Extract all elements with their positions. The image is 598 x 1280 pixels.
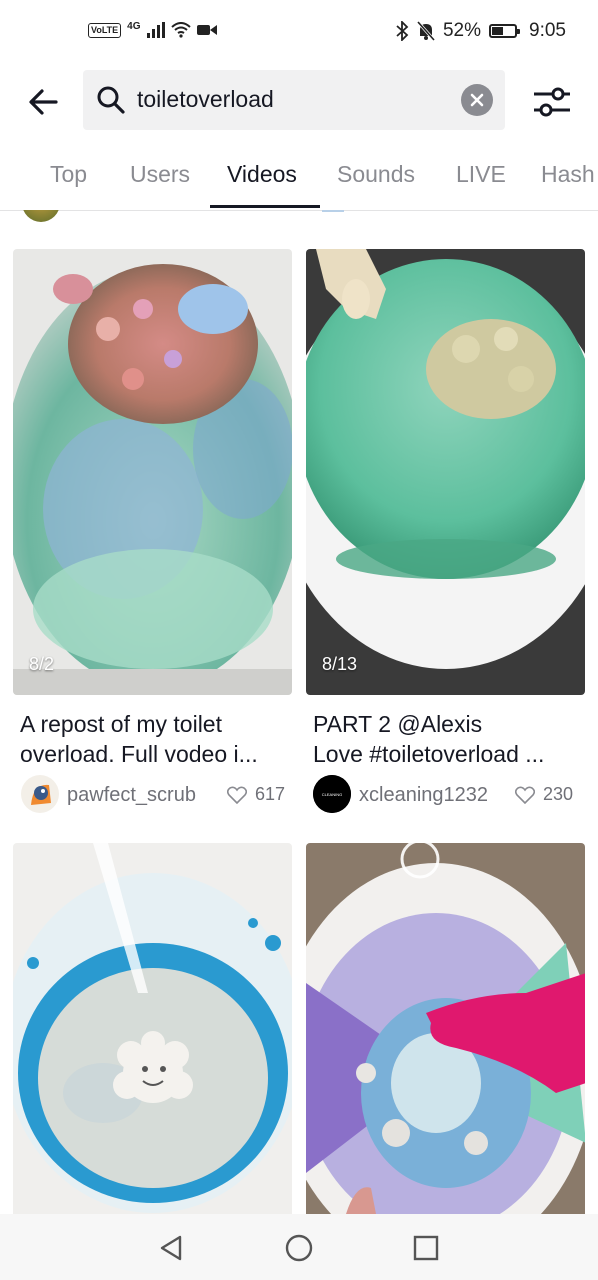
active-tab-indicator: [210, 205, 320, 208]
clock: 9:05: [529, 20, 566, 41]
video-caption[interactable]: A repost of my toilet overload. Full vod…: [20, 709, 295, 769]
avatar-image: CLEANING: [313, 775, 351, 813]
clear-search-button[interactable]: [461, 84, 493, 116]
battery-icon: [489, 24, 521, 38]
bluetooth-icon: [396, 21, 409, 41]
video-thumbnail-image: [13, 249, 292, 695]
tab-videos[interactable]: Videos: [227, 161, 297, 188]
status-left: VoLTE 4G: [88, 20, 217, 38]
heart-icon: [227, 786, 247, 804]
status-bar: VoLTE 4G 52% 9:05: [0, 0, 598, 70]
video-thumbnail[interactable]: [306, 843, 585, 1214]
video-date: 8/2: [29, 654, 55, 674]
signal-icon: [146, 22, 165, 38]
video-thumbnail-image: [306, 843, 585, 1214]
battery-percent: 52%: [442, 20, 482, 41]
search-icon: [97, 86, 125, 114]
video-meta: pawfect_scrub 617: [21, 775, 301, 815]
caption-line-1: PART 2 @Alexis: [313, 711, 483, 737]
avatar-image: [21, 775, 59, 813]
video-thumbnail[interactable]: [13, 843, 292, 1214]
like-count: 617: [255, 784, 286, 804]
video-thumbnail[interactable]: 8/2: [13, 249, 292, 695]
caption-line-2: Love #toiletoverload ...: [313, 741, 545, 767]
video-call-icon: [196, 25, 217, 35]
video-thumbnail-image: [13, 843, 292, 1214]
tab-top[interactable]: Top: [50, 161, 87, 188]
tab-live[interactable]: LIVE: [456, 161, 506, 188]
like-count: 230: [543, 784, 574, 804]
system-nav-bar: [0, 1214, 598, 1280]
close-icon: [470, 93, 484, 107]
network-label: 4G: [127, 20, 141, 32]
avatar[interactable]: CLEANING: [313, 775, 351, 813]
heart-icon: [515, 786, 535, 804]
search-input[interactable]: toiletoverload: [83, 70, 505, 130]
search-header: toiletoverload: [0, 70, 598, 132]
video-caption[interactable]: PART 2 @Alexis Love #toiletoverload ...: [313, 709, 588, 769]
volte-icon: VoLTE: [88, 22, 122, 38]
filter-settings-icon[interactable]: [530, 82, 574, 122]
tab-hashtags[interactable]: Hash: [541, 161, 595, 188]
username[interactable]: xcleaning1232: [359, 784, 488, 807]
avatar: [22, 210, 60, 222]
recents-square-icon[interactable]: [413, 1235, 439, 1261]
battery-fill: [492, 27, 504, 35]
tab-sounds[interactable]: Sounds: [337, 161, 415, 188]
wifi-icon: [170, 22, 191, 38]
caption-line-2: overload. Full vodeo i...: [20, 741, 258, 767]
back-arrow-icon[interactable]: [24, 82, 64, 122]
mute-bell-icon: [416, 21, 435, 41]
status-right: 52% 9:05: [395, 20, 566, 42]
avatar[interactable]: [21, 775, 59, 813]
video-meta: CLEANING xcleaning1232 230: [313, 775, 593, 815]
partial-thumb: [322, 210, 344, 212]
search-tabs: Top Users Videos Sounds LIVE Hash: [0, 150, 598, 211]
back-triangle-icon[interactable]: [158, 1234, 184, 1262]
search-query: toiletoverload: [137, 86, 274, 112]
video-thumbnail[interactable]: 8/13: [306, 249, 585, 695]
avatar-logo-text: CLEANING: [322, 792, 342, 797]
caption-line-1: A repost of my toilet: [20, 711, 222, 737]
username[interactable]: pawfect_scrub: [67, 784, 196, 807]
tab-users[interactable]: Users: [130, 161, 190, 188]
video-date: 8/13: [322, 654, 358, 674]
home-circle-icon[interactable]: [285, 1234, 313, 1262]
video-thumbnail-image: [306, 249, 585, 695]
scrolled-off-row: [0, 210, 598, 222]
